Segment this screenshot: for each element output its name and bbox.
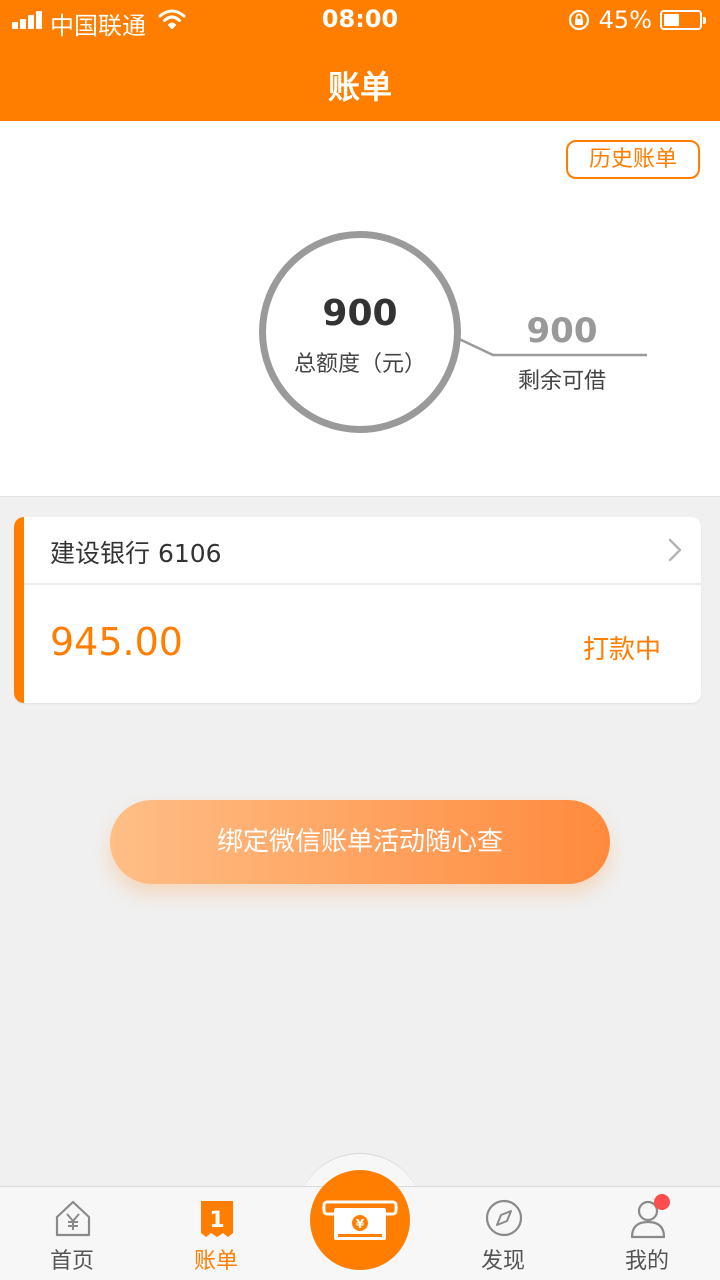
compass-icon — [485, 1199, 523, 1237]
cash-withdraw-button[interactable]: ¥ — [310, 1170, 410, 1270]
tab-mine[interactable]: 我的 — [577, 1187, 717, 1280]
svg-text:¥: ¥ — [356, 1217, 365, 1231]
svg-text:1: 1 — [209, 1208, 224, 1233]
total-credit-label: 总额度（元） — [293, 352, 426, 377]
card-accent-stripe — [14, 517, 24, 703]
tab-discover[interactable]: 发现 — [433, 1187, 573, 1280]
battery-percent: 45% — [598, 6, 652, 34]
history-bills-button[interactable]: 历史账单 — [566, 140, 700, 179]
bill-amount: 945.00 — [50, 620, 183, 664]
bind-wechat-button[interactable]: 绑定微信账单活动随心查 — [110, 800, 610, 884]
home-yen-icon — [55, 1200, 91, 1237]
tab-discover-label: 发现 — [480, 1249, 525, 1274]
nav-bar: 账单 — [0, 40, 720, 121]
tab-bill-label: 账单 — [193, 1249, 238, 1274]
notification-badge — [654, 1194, 670, 1210]
page-title: 账单 — [327, 68, 392, 106]
bill-status: 打款中 — [582, 635, 661, 665]
chevron-right-icon[interactable] — [667, 537, 683, 563]
tab-home[interactable]: 首页 — [2, 1187, 142, 1280]
total-credit-amount: 900 — [322, 293, 398, 334]
total-credit-ring: 900 总额度（元） — [259, 231, 461, 433]
remaining-credit-amount: 900 — [526, 311, 598, 351]
status-bar: 中国联通 08:00 45% — [0, 0, 720, 40]
tab-bill[interactable]: 1 账单 — [146, 1187, 286, 1280]
remaining-credit-label: 剩余可借 — [517, 369, 606, 394]
battery-icon — [660, 10, 706, 30]
cash-withdraw-icon: ¥ — [322, 1200, 398, 1240]
bill-card[interactable]: 建设银行 6106 945.00 打款中 — [14, 517, 701, 703]
bill-icon: 1 — [201, 1201, 233, 1237]
rotation-lock-icon — [568, 9, 590, 31]
tab-home-label: 首页 — [49, 1249, 94, 1274]
tab-mine-label: 我的 — [624, 1249, 669, 1274]
card-divider — [24, 583, 701, 585]
bank-account-label: 建设银行 6106 — [50, 539, 222, 568]
credit-summary: 历史账单 900 总额度（元） 900 剩余可借 — [0, 121, 720, 497]
